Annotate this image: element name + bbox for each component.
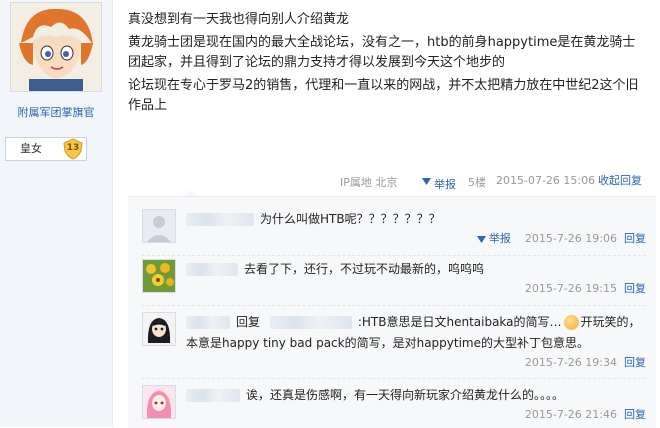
reply-text: 为什么叫做HTB呢？？？？？？？	[260, 212, 441, 226]
post-line: 黄龙骑士团是现在国内的最大全战论坛，没有之一，htb的前身happytime是在…	[128, 35, 636, 70]
reply-button[interactable]: 回复	[624, 356, 646, 369]
user-sidebar: 附属军团掌旗官 皇女 13	[0, 0, 113, 427]
post-time: 2015-07-26 15:06	[496, 174, 596, 187]
user-title: 皇女	[20, 142, 42, 155]
reply-meta: 举报 2015-7-26 19:06 回复	[476, 230, 646, 246]
floor-number: 5楼	[468, 176, 486, 189]
reply-list: 为什么叫做HTB呢？？？？？？？ 举报 2015-7-26 19:06 回复 去…	[128, 196, 656, 428]
blurred-username[interactable]	[186, 316, 230, 329]
user-title-badge: 皇女 13	[5, 137, 87, 161]
reply-text: 诶，还真是伤感啊，有一天得向新玩家介绍黄龙什么的。。。。	[246, 388, 565, 402]
reply-body: 回复 :HTB意思是日文hentaibaka的简写… 开玩笑的，本意是happy …	[186, 312, 646, 354]
reply-avatar[interactable]	[142, 259, 176, 293]
reply-meta: 2015-7-26 21:46 回复	[525, 406, 646, 422]
report-link[interactable]: 举报	[422, 174, 456, 191]
reply-text: :HTB意思是日文hentaibaka的简写…	[357, 315, 562, 329]
report-icon	[476, 235, 486, 243]
report-link[interactable]: 举报	[476, 232, 511, 245]
ip-location: IP属地 北京	[340, 176, 398, 189]
report-label: 举报	[488, 232, 511, 245]
reply-avatar[interactable]	[142, 312, 176, 346]
reply-meta: 2015-7-26 19:34 回复	[525, 354, 646, 370]
reply-button[interactable]: 回复	[624, 232, 646, 245]
reply-text: 去看了下，还行，不过玩不动最新的，呜呜呜	[244, 262, 485, 276]
level-number: 13	[66, 143, 80, 153]
divider	[142, 255, 646, 256]
reply-button[interactable]: 回复	[624, 282, 646, 295]
smile-emoji-icon	[563, 315, 579, 330]
reply-body: 诶，还真是伤感啊，有一天得向新玩家介绍黄龙什么的。。。。	[186, 385, 646, 406]
blurred-username[interactable]	[186, 389, 240, 402]
post-line: 真没想到有一天我也得向别人介绍黄龙	[128, 12, 350, 27]
username-link[interactable]: 附属军团掌旗官	[0, 104, 112, 120]
divider	[142, 378, 646, 379]
post-line: 论坛现在专心于罗马2的销售，代理和一直以来的网战，并不太把精力放在中世纪2这个旧…	[128, 78, 639, 113]
reply-prefix: 回复	[236, 315, 261, 329]
blurred-username[interactable]	[186, 213, 254, 226]
reply-meta: 2015-7-26 19:15 回复	[525, 280, 646, 296]
user-avatar[interactable]	[10, 2, 102, 92]
reply-time: 2015-7-26 19:15	[524, 282, 617, 295]
reply-time: 2015-7-26 19:06	[524, 232, 617, 245]
level-badge: 13	[62, 138, 84, 160]
collapse-replies-link[interactable]: 收起回复	[598, 172, 642, 188]
reply-body: 去看了下，还行，不过玩不动最新的，呜呜呜	[186, 259, 646, 280]
reply-body: 为什么叫做HTB呢？？？？？？？	[186, 209, 646, 230]
blurred-username[interactable]	[186, 263, 238, 276]
report-icon	[422, 177, 431, 185]
divider	[142, 305, 646, 306]
post-content: 真没想到有一天我也得向别人介绍黄龙 黄龙骑士团是现在国内的最大全战论坛，没有之一…	[128, 10, 648, 119]
reply-time: 2015-7-26 19:34	[524, 356, 617, 369]
report-label: 举报	[434, 178, 456, 191]
reply-avatar[interactable]	[142, 385, 176, 419]
reply-button[interactable]: 回复	[624, 408, 646, 421]
reply-time: 2015-7-26 21:46	[524, 408, 617, 421]
blurred-username[interactable]	[269, 316, 352, 329]
reply-avatar[interactable]	[142, 209, 176, 243]
